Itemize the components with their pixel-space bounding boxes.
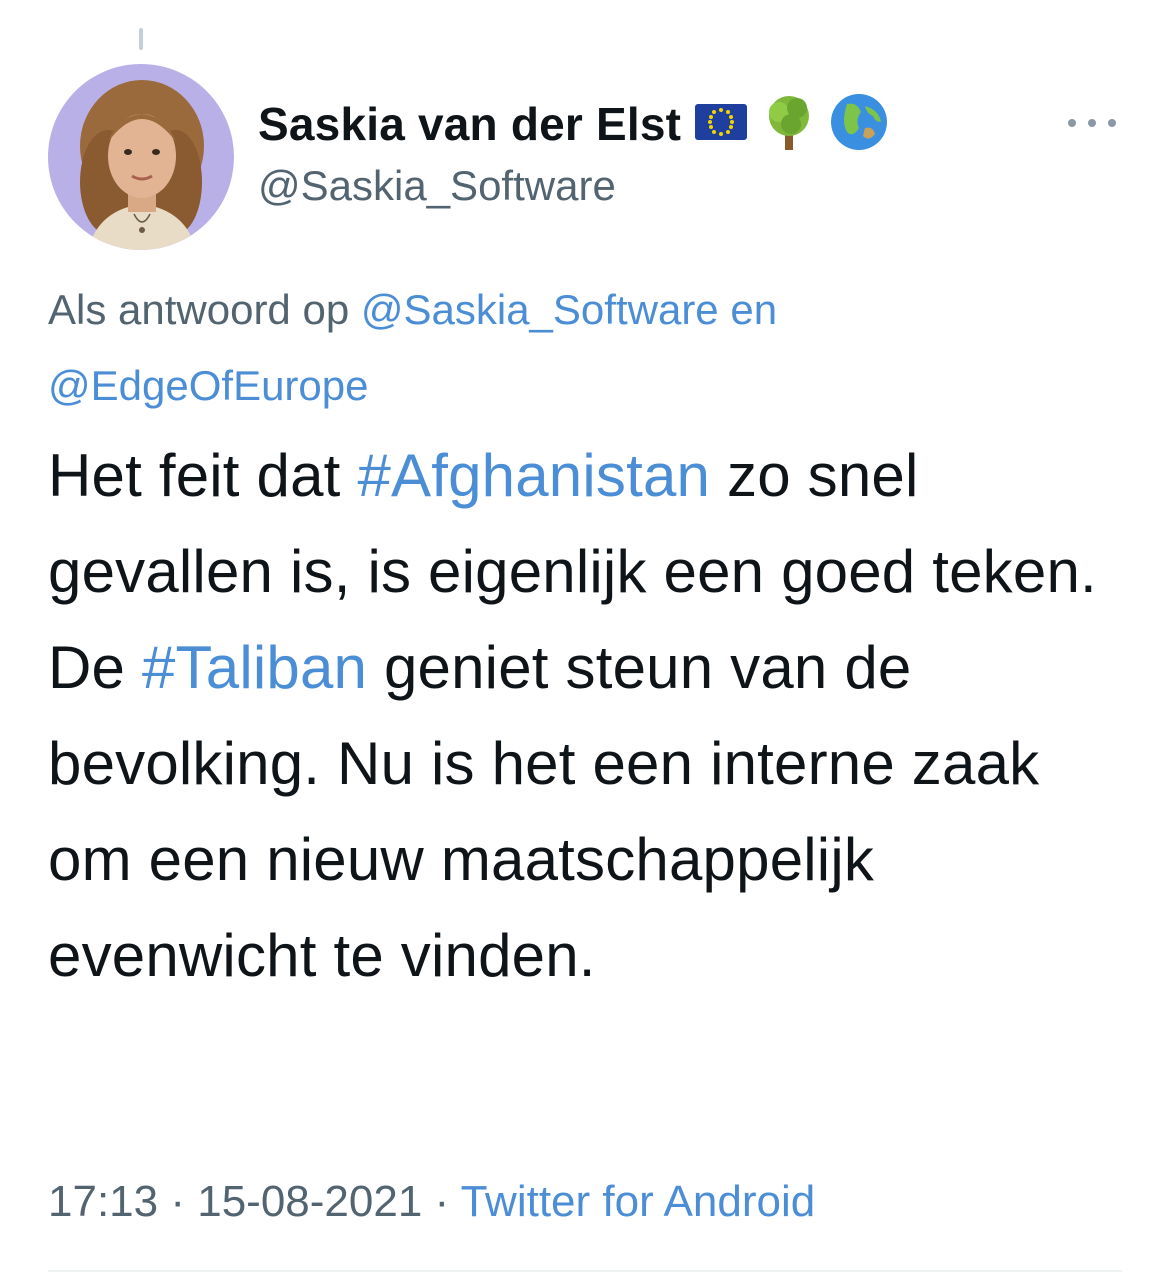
eu-flag-icon bbox=[693, 102, 749, 147]
hashtag-afghanistan[interactable]: #Afghanistan bbox=[357, 442, 710, 509]
globe-icon bbox=[829, 92, 889, 157]
display-name[interactable]: Saskia van der Elst bbox=[258, 97, 681, 151]
tweet-meta: 17:13 · 15-08-2021 · Twitter for Android bbox=[48, 1172, 815, 1232]
tree-icon bbox=[761, 92, 817, 157]
meta-separator: · bbox=[158, 1177, 198, 1226]
more-dot bbox=[1108, 119, 1116, 127]
reply-context: Als antwoord op @Saskia_Software en @Edg… bbox=[48, 272, 1128, 424]
reply-prefix: Als antwoord op bbox=[48, 286, 361, 333]
more-dot bbox=[1068, 119, 1076, 127]
tweet-text-part: Het feit dat bbox=[48, 442, 358, 509]
tweet-text: Het feit dat #Afghanistan zo snel gevall… bbox=[48, 428, 1138, 1004]
avatar-image bbox=[48, 64, 234, 250]
tweet-date[interactable]: 15-08-2021 bbox=[197, 1177, 422, 1226]
hashtag-taliban[interactable]: #Taliban bbox=[142, 634, 367, 701]
reply-mention-1[interactable]: @Saskia_Software bbox=[361, 286, 719, 333]
meta-separator: · bbox=[422, 1177, 461, 1226]
more-dot bbox=[1088, 119, 1096, 127]
more-horizontal-icon[interactable] bbox=[1068, 108, 1116, 138]
reply-connector: en bbox=[718, 286, 778, 333]
display-name-row: Saskia van der Elst bbox=[258, 92, 889, 156]
author-block: Saskia van der Elst @Saskia_Software bbox=[258, 92, 889, 210]
thread-line bbox=[139, 28, 143, 50]
author-handle[interactable]: @Saskia_Software bbox=[258, 162, 889, 210]
reply-mention-2[interactable]: @EdgeOfEurope bbox=[48, 362, 369, 409]
avatar[interactable] bbox=[48, 64, 234, 250]
divider bbox=[48, 1270, 1122, 1272]
tweet-source-link[interactable]: Twitter for Android bbox=[461, 1177, 816, 1226]
tweet-time[interactable]: 17:13 bbox=[48, 1177, 158, 1226]
